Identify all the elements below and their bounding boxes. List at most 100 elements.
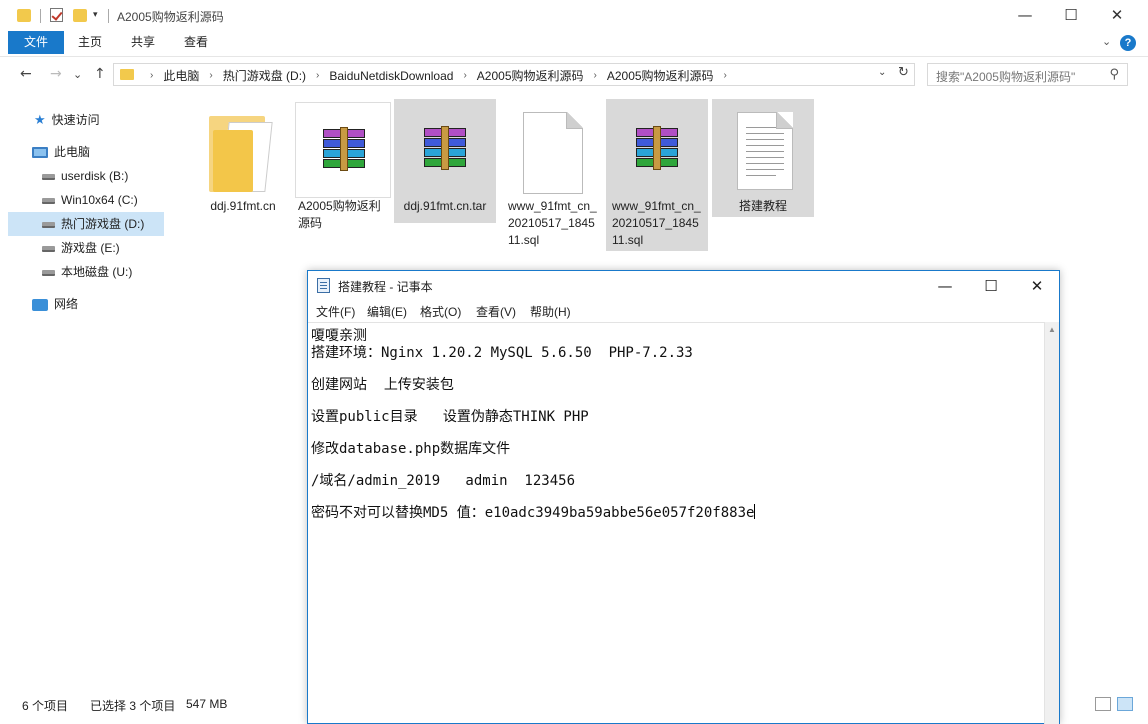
sidebar-item-this-pc[interactable]: 此电脑 xyxy=(32,140,90,164)
text-line-last: 密码不对可以替换MD5 值：e10adc3949ba59abbe56e057f2… xyxy=(311,502,756,522)
breadcrumb-current[interactable]: A2005购物返利源码 xyxy=(607,67,714,84)
file-name: www_91fmt_cn_20210517_184511.sql xyxy=(612,199,701,247)
chevron-right-icon[interactable]: › xyxy=(463,70,466,81)
maximize-button[interactable]: ☐ xyxy=(1048,0,1094,31)
text-caret xyxy=(754,504,756,519)
new-folder-icon[interactable] xyxy=(73,9,87,22)
recent-locations-button[interactable]: ⌄ xyxy=(73,68,82,81)
chevron-right-icon[interactable]: › xyxy=(724,70,727,81)
file-item-folder[interactable]: ddj.91fmt.cn xyxy=(192,99,294,251)
drive-icon xyxy=(42,269,55,276)
star-icon: ★ xyxy=(34,112,46,128)
winrar-archive-icon xyxy=(397,102,493,198)
text-editor[interactable]: 嗄嗄亲测 搭建环境：Nginx 1.20.2 MySQL 5.6.50 PHP-… xyxy=(308,322,1044,724)
text-line: 搭建环境：Nginx 1.20.2 MySQL 5.6.50 PHP-7.2.3… xyxy=(311,345,693,361)
title-bar: ▾ A2005购物返利源码 — ☐ ✕ xyxy=(0,0,1148,31)
folder-icon xyxy=(195,102,291,198)
navigation-bar: ← → ⌄ ↑ › 此电脑 › 热门游戏盘 (D:) › BaiduNetdis… xyxy=(0,56,1148,93)
file-name: www_91fmt_cn_20210517_184511.sql xyxy=(508,199,597,247)
network-icon xyxy=(32,298,48,311)
breadcrumb-drive-d[interactable]: 热门游戏盘 (D:) xyxy=(223,67,306,84)
text-document-icon xyxy=(715,102,811,198)
notepad-window: 搭建教程 - 记事本 — ☐ ✕ 文件(F) 编辑(E) 格式(O) 查看(V)… xyxy=(307,270,1060,724)
file-name: ddj.91fmt.cn.tar xyxy=(403,199,487,213)
notepad-title-bar: 搭建教程 - 记事本 — ☐ ✕ xyxy=(308,271,1059,301)
menu-edit[interactable]: 编辑(E) xyxy=(367,303,407,320)
minimize-button[interactable]: — xyxy=(1002,0,1048,31)
divider xyxy=(108,9,109,23)
close-button[interactable]: ✕ xyxy=(1014,271,1060,301)
sidebar-item-drive-u[interactable]: 本地磁盘 (U:) xyxy=(42,260,132,284)
sidebar-item-drive-c[interactable]: Win10x64 (C:) xyxy=(42,188,138,212)
file-item-text[interactable]: 搭建教程 xyxy=(712,99,814,217)
chevron-right-icon[interactable]: › xyxy=(594,70,597,81)
folder-icon xyxy=(120,69,134,80)
file-name: ddj.91fmt.cn xyxy=(210,199,276,213)
breadcrumb: › 此电脑 › 热门游戏盘 (D:) › BaiduNetdiskDownloa… xyxy=(140,67,737,84)
breadcrumb-a2005[interactable]: A2005购物返利源码 xyxy=(477,67,584,84)
expand-ribbon-icon[interactable]: ⌄ xyxy=(1102,35,1111,48)
details-view-icon[interactable] xyxy=(1095,697,1111,711)
text-line: /域名/admin_2019 admin 123456 xyxy=(311,473,576,489)
close-button[interactable]: ✕ xyxy=(1094,0,1140,31)
sidebar-item-drive-d[interactable]: 热门游戏盘 (D:) xyxy=(8,212,164,236)
item-count: 6 个项目 xyxy=(22,699,69,713)
customize-toolbar-icon[interactable]: ▾ xyxy=(93,9,98,26)
breadcrumb-baidu[interactable]: BaiduNetdiskDownload xyxy=(329,69,453,83)
sidebar-item-label: 本地磁盘 (U:) xyxy=(61,265,133,279)
properties-icon[interactable] xyxy=(50,8,63,22)
tab-view[interactable]: 查看 xyxy=(184,31,208,54)
search-input[interactable]: 搜索"A2005购物返利源码" ⚲ xyxy=(927,63,1128,86)
sidebar-item-quick-access[interactable]: ★ 快速访问 xyxy=(34,108,100,132)
file-name: A2005购物返利源码 xyxy=(298,199,381,230)
sidebar-item-label: 游戏盘 (E:) xyxy=(61,241,120,255)
tab-file[interactable]: 文件 xyxy=(8,31,64,54)
text-line: 修改database.php数据库文件 xyxy=(311,441,511,457)
chevron-right-icon[interactable]: › xyxy=(209,70,212,81)
navigation-pane: ★ 快速访问 此电脑 userdisk (B:) Win10x64 (C:) 热门… xyxy=(0,100,185,690)
drive-icon xyxy=(42,197,55,204)
sidebar-item-label: userdisk (B:) xyxy=(61,169,129,183)
file-item-rar[interactable]: A2005购物返利源码 xyxy=(292,99,394,251)
menu-format[interactable]: 格式(O) xyxy=(420,303,461,320)
winrar-archive-icon xyxy=(295,102,391,198)
menu-help[interactable]: 帮助(H) xyxy=(530,303,571,320)
menu-view[interactable]: 查看(V) xyxy=(476,303,516,320)
maximize-button[interactable]: ☐ xyxy=(968,271,1014,301)
up-button[interactable]: ↑ xyxy=(94,66,106,82)
drive-icon xyxy=(42,245,55,252)
search-icon: ⚲ xyxy=(1109,67,1119,82)
breadcrumb-this-pc[interactable]: 此电脑 xyxy=(163,67,199,84)
sidebar-item-network[interactable]: 网络 xyxy=(32,292,78,316)
file-item-sql[interactable]: www_91fmt_cn_20210517_184511.sql xyxy=(502,99,604,251)
chevron-right-icon: › xyxy=(150,70,154,81)
notepad-title: 搭建教程 - 记事本 xyxy=(338,280,433,294)
back-button[interactable]: ← xyxy=(20,66,32,82)
large-icons-view-icon[interactable] xyxy=(1117,697,1133,711)
chevron-down-icon[interactable]: ⌄ xyxy=(878,67,886,78)
minimize-button[interactable]: — xyxy=(922,271,968,301)
file-item-sql-archive[interactable]: www_91fmt_cn_20210517_184511.sql xyxy=(606,99,708,251)
sidebar-item-drive-e[interactable]: 游戏盘 (E:) xyxy=(42,236,120,260)
tab-share[interactable]: 共享 xyxy=(131,31,155,54)
help-icon[interactable]: ? xyxy=(1120,35,1136,51)
sidebar-item-label: 快速访问 xyxy=(51,113,100,127)
file-item-tar[interactable]: ddj.91fmt.cn.tar xyxy=(394,99,496,223)
winrar-archive-icon xyxy=(609,102,705,198)
menu-file[interactable]: 文件(F) xyxy=(316,303,355,320)
scroll-up-icon[interactable]: ▲ xyxy=(1048,325,1056,334)
computer-icon xyxy=(32,147,48,159)
chevron-right-icon[interactable]: › xyxy=(316,70,319,81)
sidebar-item-label: 此电脑 xyxy=(54,145,91,159)
folder-icon xyxy=(17,9,31,22)
menu-bar: 文件(F) 编辑(E) 格式(O) 查看(V) 帮助(H) xyxy=(308,301,1059,322)
sidebar-item-label: 网络 xyxy=(54,297,79,311)
notepad-icon xyxy=(317,278,330,293)
refresh-icon[interactable]: ↻ xyxy=(898,65,909,80)
vertical-scrollbar[interactable]: ▲ xyxy=(1044,322,1059,724)
address-bar[interactable]: › 此电脑 › 热门游戏盘 (D:) › BaiduNetdiskDownloa… xyxy=(113,63,915,86)
forward-button[interactable]: → xyxy=(50,66,62,82)
sidebar-item-drive-b[interactable]: userdisk (B:) xyxy=(42,164,128,188)
tab-home[interactable]: 主页 xyxy=(78,31,102,54)
selection-count: 已选择 3 个项目 xyxy=(90,699,176,713)
